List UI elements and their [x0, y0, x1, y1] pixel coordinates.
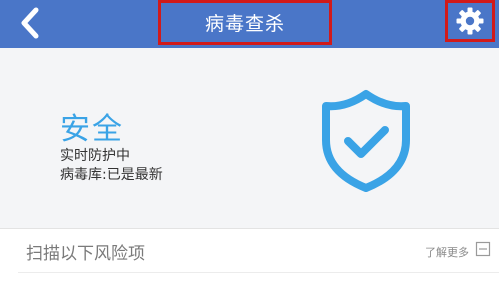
page-title: 病毒查杀 — [204, 13, 285, 35]
security-status-panel: 安全 实时防护中 病毒库:已是最新 — [0, 48, 499, 228]
back-button[interactable] — [14, 6, 48, 40]
expand-icon[interactable] — [475, 241, 491, 257]
scan-items-label: 扫描以下风险项 — [26, 244, 145, 264]
virus-db-status-text: 病毒库:已是最新 — [60, 167, 163, 183]
virus-scan-screen: 病毒查杀 安全 实时防护中 病毒库:已是最新 扫描以下风险项 了解更多 — [0, 0, 499, 281]
status-title: 安全 — [60, 112, 124, 147]
shield-check-icon — [322, 90, 410, 192]
settings-button[interactable] — [445, 0, 495, 42]
chevron-left-icon — [21, 7, 39, 39]
title-highlight-box: 病毒查杀 — [158, 0, 332, 45]
realtime-protection-text: 实时防护中 — [60, 148, 130, 164]
scan-risk-items-row: 扫描以下风险项 了解更多 — [0, 229, 499, 271]
gear-icon — [456, 7, 484, 35]
list-divider — [18, 272, 499, 273]
header-bar: 病毒查杀 — [0, 0, 499, 48]
learn-more-link[interactable]: 了解更多 — [425, 244, 469, 260]
